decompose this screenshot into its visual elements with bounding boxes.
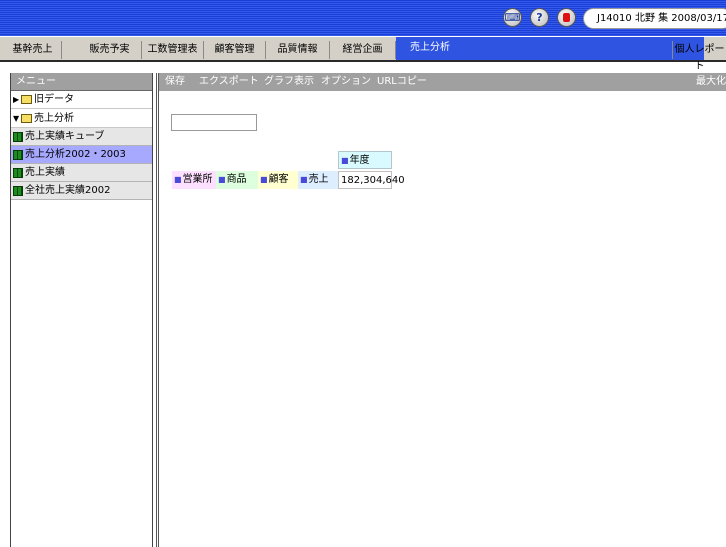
pivot-row-field-office[interactable]: ■営業所 bbox=[172, 171, 216, 189]
folder-icon bbox=[21, 95, 32, 104]
pivot-row-field-customer[interactable]: ■顧客 bbox=[258, 171, 298, 189]
pivot-row-field-label: 顧客 bbox=[268, 174, 289, 185]
sidebar-item-old-data[interactable]: ▶ 旧データ bbox=[11, 91, 152, 109]
active-tab-strip bbox=[464, 37, 704, 60]
tab-hanbai-yojitsu[interactable]: 販売予実 bbox=[78, 41, 142, 59]
sidebar-item-company-sales-2002[interactable]: 全社売上実績2002 bbox=[11, 182, 152, 200]
sidebar-menu: メニュー ▶ 旧データ ▼ 売上分析 売上実績キューブ 売上分析2002・200… bbox=[10, 73, 153, 547]
pivot-row-field-label: 商品 bbox=[226, 174, 247, 185]
tab-kokyaku-kanri[interactable]: 顧客管理 bbox=[204, 41, 266, 59]
report-filter-box[interactable] bbox=[171, 114, 257, 131]
graph-view-button[interactable]: グラフ表示 bbox=[264, 73, 314, 91]
expand-arrow-icon[interactable]: ▶ bbox=[13, 91, 21, 108]
tab-keiei-kikaku[interactable]: 経営企画 bbox=[330, 41, 396, 59]
main-panel: 保存 エクスポート グラフ表示 オプション URLコピー 最大化 ■年度 ■営業… bbox=[156, 73, 726, 547]
sidebar-item-label: 売上実績キューブ bbox=[25, 131, 105, 142]
sidebar-item-label: 全社売上実績2002 bbox=[25, 185, 111, 196]
field-button-icon: ■ bbox=[174, 175, 182, 184]
pivot-data-field-sales[interactable]: ■売上 bbox=[298, 171, 338, 189]
ime-icon[interactable]: ⌨ bbox=[503, 8, 522, 27]
save-button[interactable]: 保存 bbox=[165, 73, 185, 91]
module-tab-bar: 基幹売上 販売予実 工数管理表 顧客管理 品質情報 経営企画 売上分析 個人レポ… bbox=[0, 36, 726, 72]
field-button-icon: ■ bbox=[341, 156, 349, 165]
pivot-data-field-label: 売上 bbox=[308, 174, 329, 185]
sidebar-item-sales-analysis-2002-2003[interactable]: 売上分析2002・2003 bbox=[11, 146, 152, 164]
pivot-row-field-label: 営業所 bbox=[182, 174, 213, 185]
report-toolbar: 保存 エクスポート グラフ表示 オプション URLコピー 最大化 bbox=[159, 73, 726, 91]
cube-icon bbox=[13, 131, 23, 142]
tab-uriage-bunseki[interactable]: 売上分析 bbox=[396, 37, 464, 60]
cube-icon bbox=[13, 185, 23, 196]
field-button-icon: ■ bbox=[218, 175, 226, 184]
help-icon[interactable]: ? bbox=[530, 8, 549, 27]
exit-icon[interactable] bbox=[557, 8, 576, 27]
pivot-total-value: 182,304,640 bbox=[338, 171, 405, 189]
maximize-button[interactable]: 最大化 bbox=[696, 73, 726, 91]
sidebar-item-sales-analysis-folder[interactable]: ▼ 売上分析 bbox=[11, 109, 152, 128]
pivot-row-field-product[interactable]: ■商品 bbox=[216, 171, 258, 189]
collapse-arrow-icon[interactable]: ▼ bbox=[13, 110, 21, 127]
cube-icon bbox=[13, 149, 23, 160]
tab-hinshitsu-joho[interactable]: 品質情報 bbox=[266, 41, 330, 59]
user-info: J14010 北野 集 2008/03/17 bbox=[583, 8, 726, 29]
field-button-icon: ■ bbox=[300, 175, 308, 184]
pivot-column-field-label: 年度 bbox=[349, 155, 370, 166]
tab-kikan-uriage[interactable]: 基幹売上 bbox=[4, 41, 62, 59]
cube-icon bbox=[13, 167, 23, 178]
options-button[interactable]: オプション bbox=[321, 73, 371, 91]
sidebar-item-label: 売上分析 bbox=[34, 112, 74, 124]
export-button[interactable]: エクスポート bbox=[199, 73, 259, 91]
field-button-icon: ■ bbox=[260, 175, 268, 184]
sidebar-title: メニュー bbox=[11, 73, 152, 91]
sidebar-item-label: 売上実績 bbox=[25, 167, 65, 178]
url-copy-button[interactable]: URLコピー bbox=[377, 73, 427, 91]
sidebar-item-label: 旧データ bbox=[34, 94, 74, 105]
sidebar-item-label: 売上分析2002・2003 bbox=[25, 149, 126, 160]
sidebar-item-sales-cube[interactable]: 売上実績キューブ bbox=[11, 128, 152, 146]
tab-kousu-kanrihyo[interactable]: 工数管理表 bbox=[142, 41, 204, 59]
folder-icon bbox=[21, 113, 32, 123]
pivot-column-field[interactable]: ■年度 bbox=[338, 151, 392, 169]
tab-kojin-report[interactable]: 個人レポート bbox=[672, 41, 726, 72]
sidebar-item-sales-results[interactable]: 売上実績 bbox=[11, 164, 152, 182]
top-header-bar: ⌨ ? J14010 北野 集 2008/03/17 bbox=[0, 0, 726, 36]
